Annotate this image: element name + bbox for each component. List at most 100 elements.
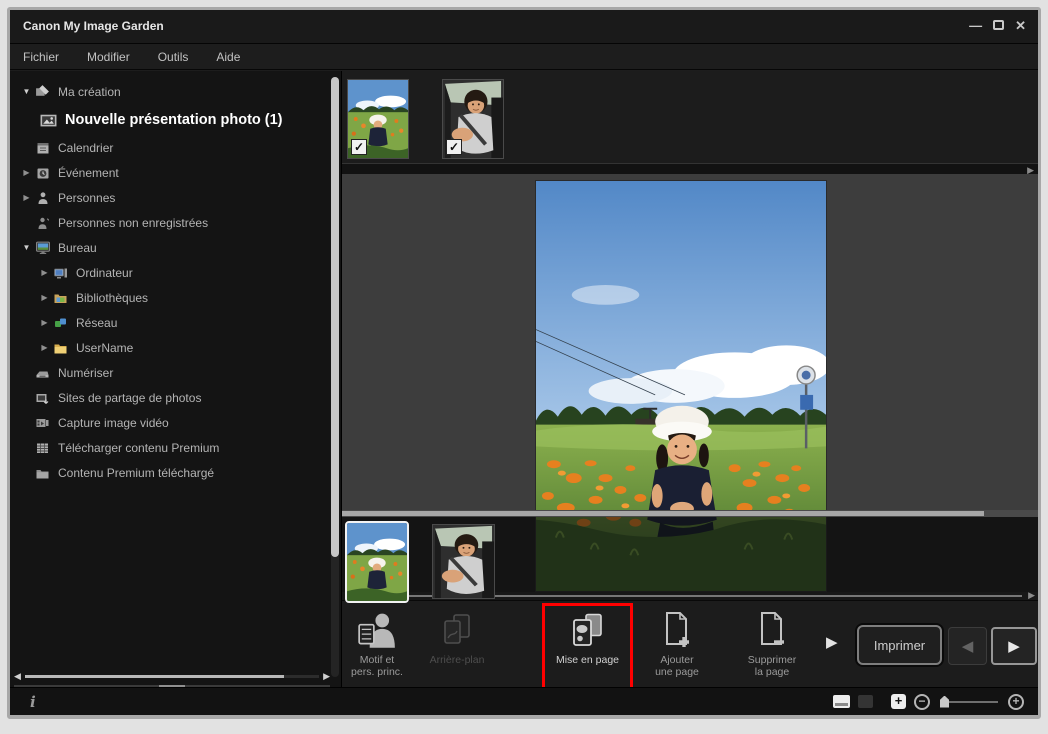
calendar-icon xyxy=(36,141,50,155)
expander-right-icon[interactable]: ▶ xyxy=(20,168,33,177)
sidebar-item-bibliotheques[interactable]: ▶ Bibliothèques xyxy=(10,285,341,310)
sidebar-horizontal-scrollbar-track[interactable] xyxy=(25,675,319,678)
menu-item-fichier[interactable]: Fichier xyxy=(23,50,59,64)
add-page-icon xyxy=(657,609,697,651)
motif-person-icon xyxy=(356,611,398,651)
motif-button[interactable]: Motif etpers. princ. xyxy=(341,605,413,689)
menu-item-modifier[interactable]: Modifier xyxy=(87,50,130,64)
zoom-slider[interactable] xyxy=(940,696,998,708)
person-icon xyxy=(36,191,50,205)
sidebar-item-nouvelle-presentation[interactable]: Nouvelle présentation photo (1) xyxy=(10,104,341,135)
sidebar-item-personnes[interactable]: ▶ Personnes xyxy=(10,185,341,210)
sidebar-item-label: Personnes xyxy=(58,191,115,205)
expander-right-icon[interactable]: ▶ xyxy=(38,293,51,302)
sidebar-item-ma-creation[interactable]: ▼ Ma création xyxy=(10,79,341,104)
materials-strip-scrollbar[interactable]: ▶ xyxy=(342,163,1040,174)
photo-layout-icon xyxy=(40,112,57,127)
mise-en-page-button[interactable]: Mise en page xyxy=(548,605,628,689)
sidebar-vertical-scrollbar-thumb[interactable] xyxy=(331,77,339,557)
zoom-slider-thumb[interactable] xyxy=(940,696,949,708)
mise-en-page-button-label: Mise en page xyxy=(556,654,619,666)
sidebar-item-label: Ma création xyxy=(58,85,121,99)
thumbnail-view-icon[interactable] xyxy=(858,695,873,708)
edit-toolbar: Motif etpers. princ. Arrière-plan xyxy=(342,600,1040,692)
menu-item-outils[interactable]: Outils xyxy=(158,50,189,64)
title-bar[interactable]: Canon My Image Garden — ✕ xyxy=(10,10,1038,43)
arrow-left-icon: ◀ xyxy=(962,637,974,655)
minimize-button[interactable]: — xyxy=(969,18,982,34)
sidebar-item-sites-partage[interactable]: Sites de partage de photos xyxy=(10,385,341,410)
single-view-icon[interactable] xyxy=(833,695,850,708)
scanner-icon xyxy=(35,366,50,380)
maximize-icon xyxy=(993,20,1004,30)
sidebar-item-label: Calendrier xyxy=(58,141,113,155)
mise-en-page-highlight: Mise en page xyxy=(542,603,633,690)
libraries-folder-icon xyxy=(53,291,68,305)
photo-sharing-icon xyxy=(35,391,50,405)
next-button[interactable]: ▶ xyxy=(991,627,1037,665)
supprimer-page-button[interactable]: Supprimerla page xyxy=(736,605,808,689)
sidebar-item-contenu-premium[interactable]: Contenu Premium téléchargé xyxy=(10,460,341,485)
info-icon[interactable]: i xyxy=(30,693,36,711)
expander-down-icon[interactable]: ▼ xyxy=(20,87,33,96)
sidebar-item-username[interactable]: ▶ UserName xyxy=(10,335,341,360)
network-icon xyxy=(53,316,68,330)
scroll-right-icon[interactable]: ▶ xyxy=(1028,590,1035,600)
zoom-in-icon[interactable]: + xyxy=(1008,694,1024,710)
expander-right-icon[interactable]: ▶ xyxy=(38,343,51,352)
sidebar-item-telecharger-premium[interactable]: Télécharger contenu Premium xyxy=(10,435,341,460)
view-controls: + − + xyxy=(833,688,1024,715)
expander-down-icon[interactable]: ▼ xyxy=(20,243,33,252)
video-capture-icon xyxy=(35,416,50,430)
sidebar-item-label: Bureau xyxy=(58,241,97,255)
toolbar-more-chevron-icon[interactable]: ▶ xyxy=(826,633,838,651)
sidebar-item-evenement[interactable]: ▶ Événement xyxy=(10,160,341,185)
sidebar-item-calendrier[interactable]: Calendrier xyxy=(10,135,341,160)
layout-pages-icon xyxy=(568,611,608,651)
sidebar-item-numeriser[interactable]: Numériser xyxy=(10,360,341,385)
sidebar-horizontal-scrollbar[interactable]: ◀ ▶ xyxy=(14,670,330,682)
ajouter-page-button-label: Ajouterune page xyxy=(655,654,699,678)
close-button[interactable]: ✕ xyxy=(1015,18,1026,34)
material-thumbnail-car[interactable]: ✓ xyxy=(442,79,504,159)
canvas-horizontal-scrollbar[interactable] xyxy=(342,510,1040,517)
content-area: ▼ Ma création Nouvelle présentation phot… xyxy=(10,71,1038,692)
background-pages-icon xyxy=(437,611,477,651)
fit-to-window-icon[interactable]: + xyxy=(891,694,906,709)
sidebar-item-ordinateur[interactable]: ▶ Ordinateur xyxy=(10,260,341,285)
sidebar-item-label-selected: Nouvelle présentation photo (1) xyxy=(65,112,283,128)
sidebar-vertical-scrollbar[interactable] xyxy=(331,77,339,677)
expander-right-icon[interactable]: ▶ xyxy=(20,193,33,202)
canvas-scrollbar-thumb[interactable] xyxy=(342,511,984,516)
thumbnail-checkbox-checked[interactable]: ✓ xyxy=(446,139,462,155)
sidebar-item-label: UserName xyxy=(76,341,133,355)
expander-right-icon[interactable]: ▶ xyxy=(38,318,51,327)
materials-strip: ✓ xyxy=(342,71,1040,163)
sidebar-item-capture-video[interactable]: Capture image vidéo xyxy=(10,410,341,435)
zoom-out-icon[interactable]: − xyxy=(914,694,930,710)
computer-icon xyxy=(53,266,68,280)
sidebar-item-label: Numériser xyxy=(58,366,113,380)
scroll-left-icon[interactable]: ◀ xyxy=(14,671,21,681)
sidebar-item-label: Sites de partage de photos xyxy=(58,391,201,405)
material-thumbnail-field[interactable]: ✓ xyxy=(347,79,409,159)
scroll-right-icon[interactable]: ▶ xyxy=(323,671,330,681)
menu-bar: Fichier Modifier Outils Aide xyxy=(10,43,1038,70)
expander-right-icon[interactable]: ▶ xyxy=(38,268,51,277)
page-thumbnail-selected[interactable] xyxy=(345,521,409,603)
app-window: Canon My Image Garden — ✕ Fichier Modifi… xyxy=(7,7,1041,719)
window-controls: — ✕ xyxy=(969,18,1026,34)
menu-item-aide[interactable]: Aide xyxy=(216,50,240,64)
sidebar-horizontal-scrollbar-thumb[interactable] xyxy=(25,675,284,678)
maximize-button[interactable] xyxy=(993,18,1004,34)
page-thumbnail[interactable] xyxy=(432,524,495,599)
ajouter-page-button[interactable]: Ajouterune page xyxy=(641,605,713,689)
imprimer-button[interactable]: Imprimer xyxy=(857,625,942,665)
sidebar-item-reseau[interactable]: ▶ Réseau xyxy=(10,310,341,335)
thumbnail-checkbox-checked[interactable]: ✓ xyxy=(351,139,367,155)
sidebar-item-personnes-non-enregistrees[interactable]: Personnes non enregistrées xyxy=(10,210,341,235)
sidebar-item-bureau[interactable]: ▼ Bureau xyxy=(10,235,341,260)
supprimer-page-button-label: Supprimerla page xyxy=(748,654,796,678)
status-bar: i + − + xyxy=(10,687,1038,715)
sidebar-item-label: Réseau xyxy=(76,316,117,330)
